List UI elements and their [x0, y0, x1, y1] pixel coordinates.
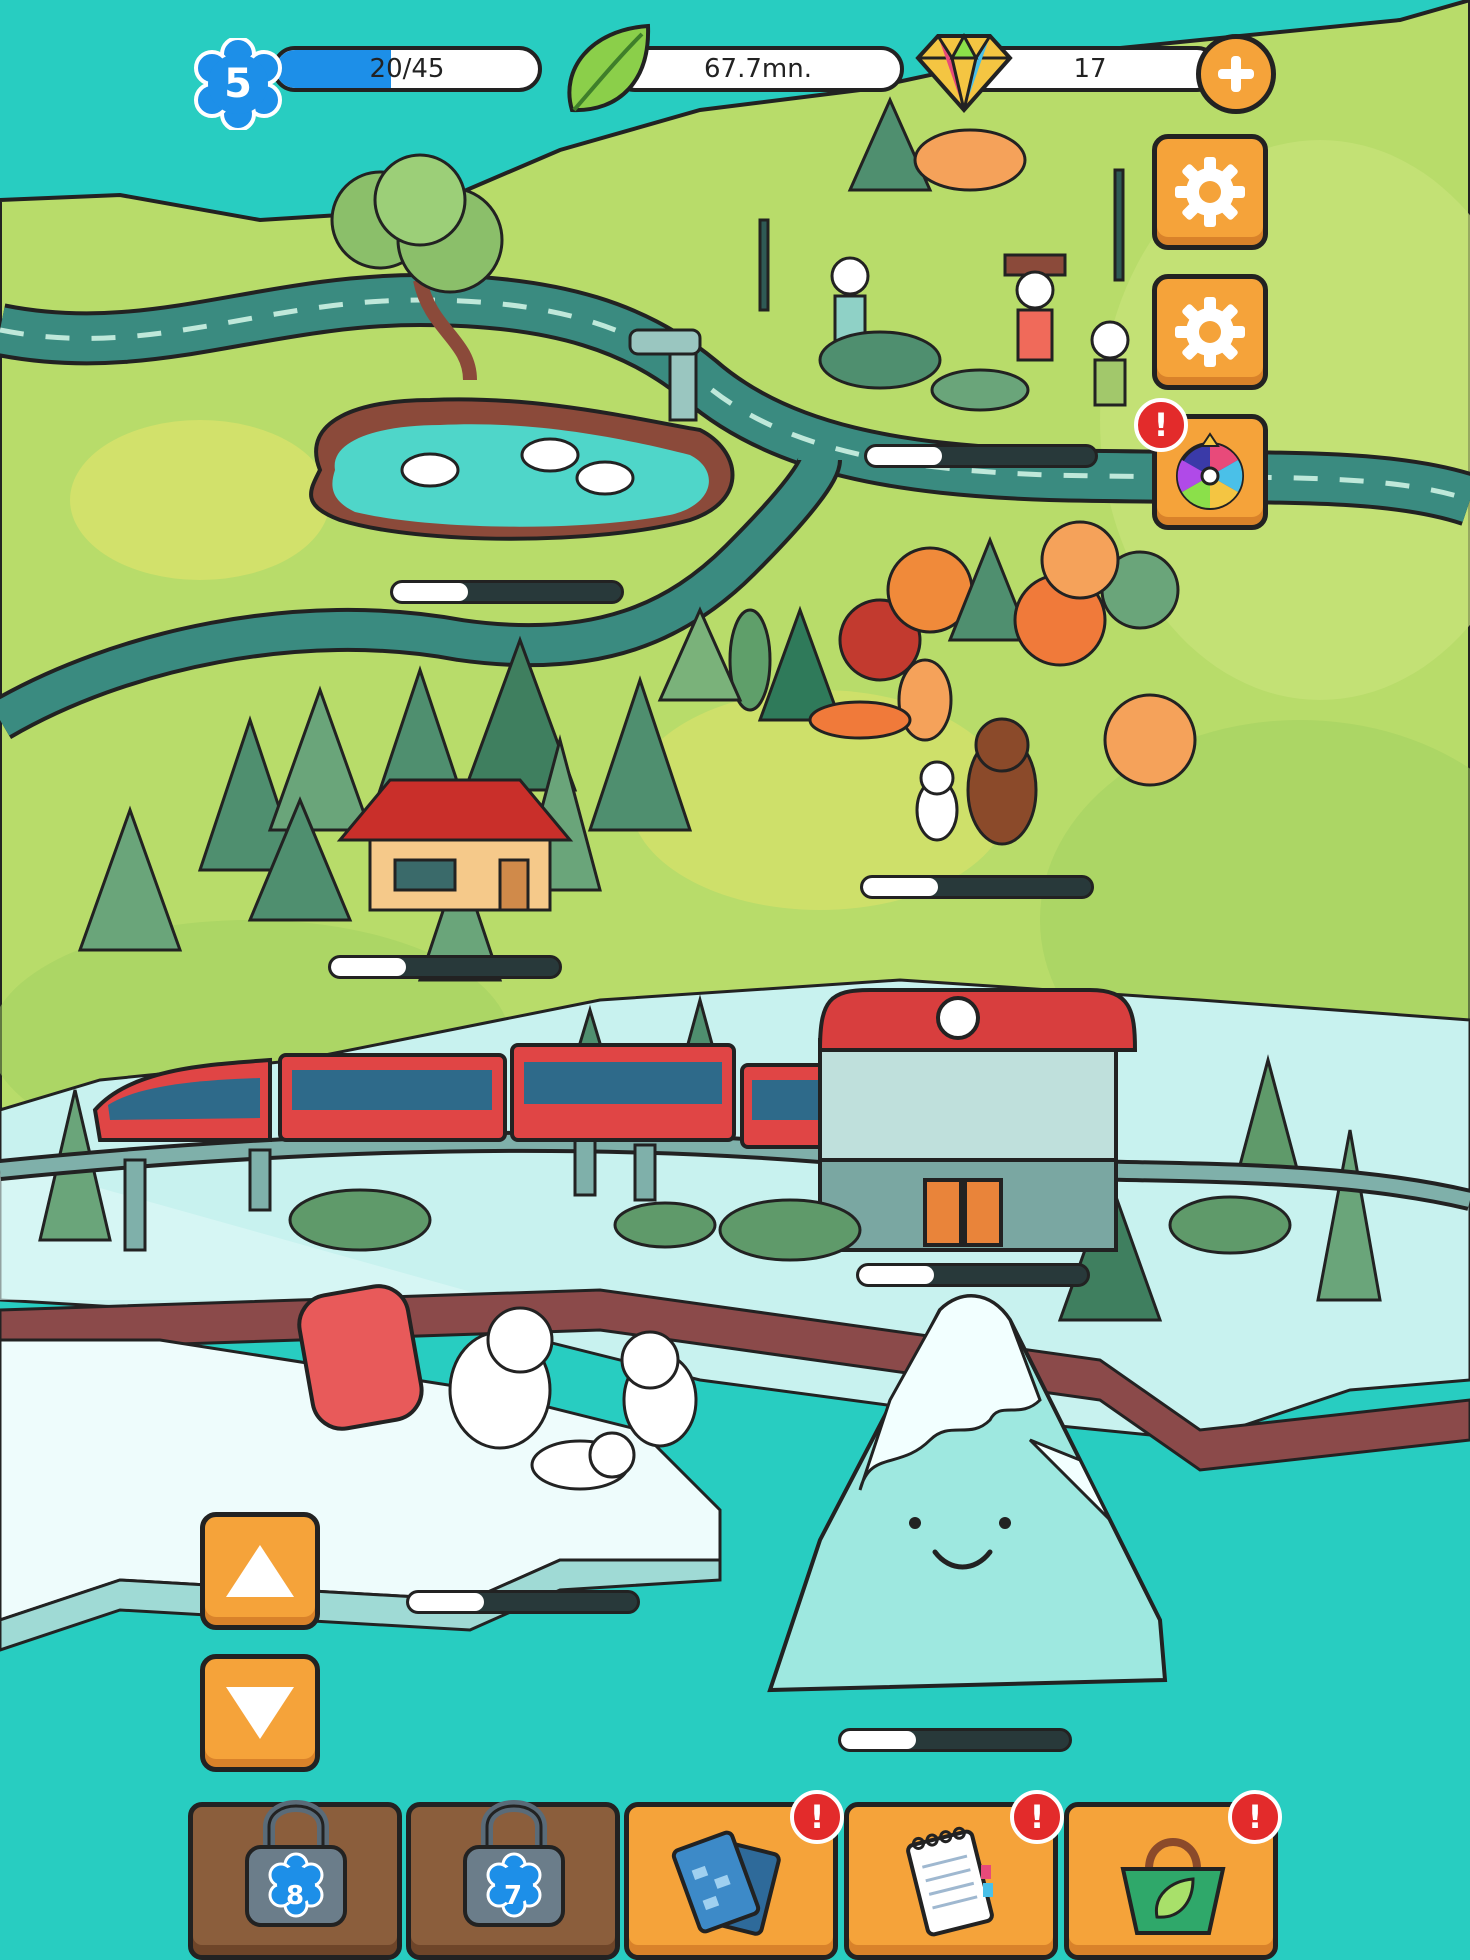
- locked-slot-level-7[interactable]: 7: [406, 1800, 620, 1960]
- notebook-alert-badge: !: [1010, 1790, 1064, 1844]
- zone-progress-fill: [863, 878, 939, 896]
- gear-icon: [1175, 297, 1245, 367]
- leaves-value: 67.7mn.: [704, 54, 812, 84]
- cards-alert-badge: !: [790, 1790, 844, 1844]
- zone-progress-fill: [859, 1266, 935, 1284]
- zone-progress-fill: [331, 958, 407, 976]
- spin-wheel-alert-badge: !: [1134, 398, 1188, 452]
- scroll-down-button[interactable]: [200, 1654, 320, 1772]
- level-progress-text: 20/45: [369, 54, 445, 84]
- lock-level-number: 8: [285, 1881, 305, 1911]
- locked-slot-level-8[interactable]: 8: [188, 1800, 402, 1960]
- plus-icon: [1218, 56, 1254, 92]
- level-number: 5: [224, 61, 252, 107]
- gear-icon: [1175, 157, 1245, 227]
- green-leaf-icon: [567, 23, 651, 113]
- zone-progress-pond: [390, 580, 624, 604]
- level-progress-bar[interactable]: 20/45: [272, 46, 542, 92]
- zone-progress-fill: [393, 583, 469, 601]
- notebook-icon: [906, 1826, 994, 1937]
- zone-progress-iceberg: [838, 1728, 1072, 1752]
- zone-progress-park: [864, 444, 1098, 468]
- zone-progress-fill: [841, 1731, 917, 1749]
- rainbow-gem-icon: [915, 32, 1013, 114]
- leaf-bag-icon: [1120, 1838, 1226, 1935]
- arrow-up-icon: [226, 1545, 294, 1597]
- level-badge[interactable]: 5: [192, 36, 284, 132]
- prize-wheel-icon: [1176, 432, 1244, 510]
- zone-progress-fill: [409, 1593, 485, 1611]
- game-screen: 20/45 5 67.7mn. 17 ! 8 7 ! ! !: [0, 0, 1470, 1960]
- lock-level-number: 7: [503, 1881, 523, 1911]
- shop-bag-alert-badge: !: [1228, 1790, 1282, 1844]
- zone-progress-autumn-woods: [860, 875, 1094, 899]
- scroll-up-button[interactable]: [200, 1512, 320, 1630]
- options-button[interactable]: [1152, 274, 1268, 390]
- cards-icon: [671, 1830, 781, 1936]
- zone-progress-polar-bears: [406, 1590, 640, 1614]
- arrow-down-icon: [226, 1687, 294, 1739]
- zone-progress-forest: [328, 955, 562, 979]
- zone-progress-train-station: [856, 1263, 1090, 1287]
- add-gems-button[interactable]: [1196, 34, 1276, 114]
- zone-progress-fill: [867, 447, 943, 465]
- settings-button[interactable]: [1152, 134, 1268, 250]
